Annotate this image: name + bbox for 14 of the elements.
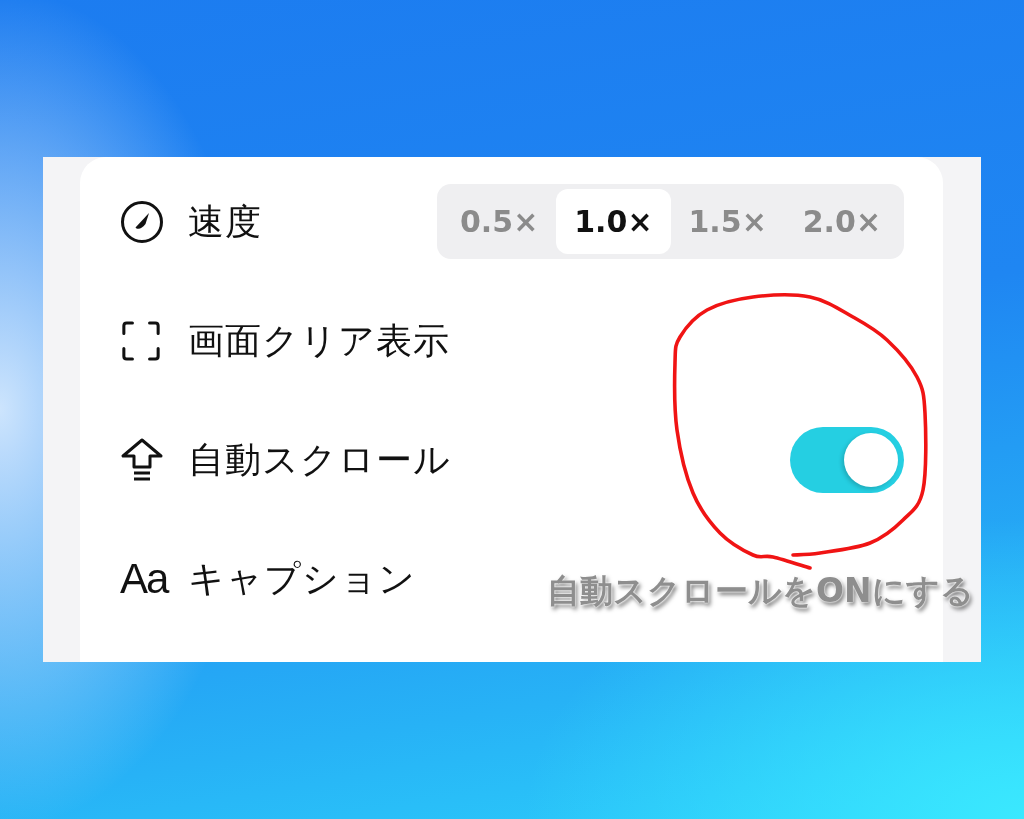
setting-label: 速度 bbox=[188, 199, 262, 244]
speed-option[interactable]: 2.0× bbox=[784, 189, 899, 254]
setting-label: 画面クリア表示 bbox=[188, 318, 450, 363]
speed-option[interactable]: 1.5× bbox=[670, 189, 785, 254]
speed-option[interactable]: 0.5× bbox=[442, 189, 557, 254]
text-size-glyph: Aa bbox=[120, 557, 168, 600]
segmented-control[interactable]: 0.5× 1.0× 1.5× 2.0× bbox=[437, 184, 904, 259]
up-arrow-icon bbox=[120, 436, 164, 483]
corner-brackets-icon bbox=[120, 320, 162, 361]
setting-label: キャプション bbox=[188, 556, 417, 601]
annotation-caption: 自動スクロールをONにする bbox=[547, 571, 974, 611]
gauge-icon bbox=[120, 199, 164, 244]
speed-option[interactable]: 1.0× bbox=[556, 189, 671, 254]
setting-label: 自動スクロール bbox=[188, 437, 451, 482]
